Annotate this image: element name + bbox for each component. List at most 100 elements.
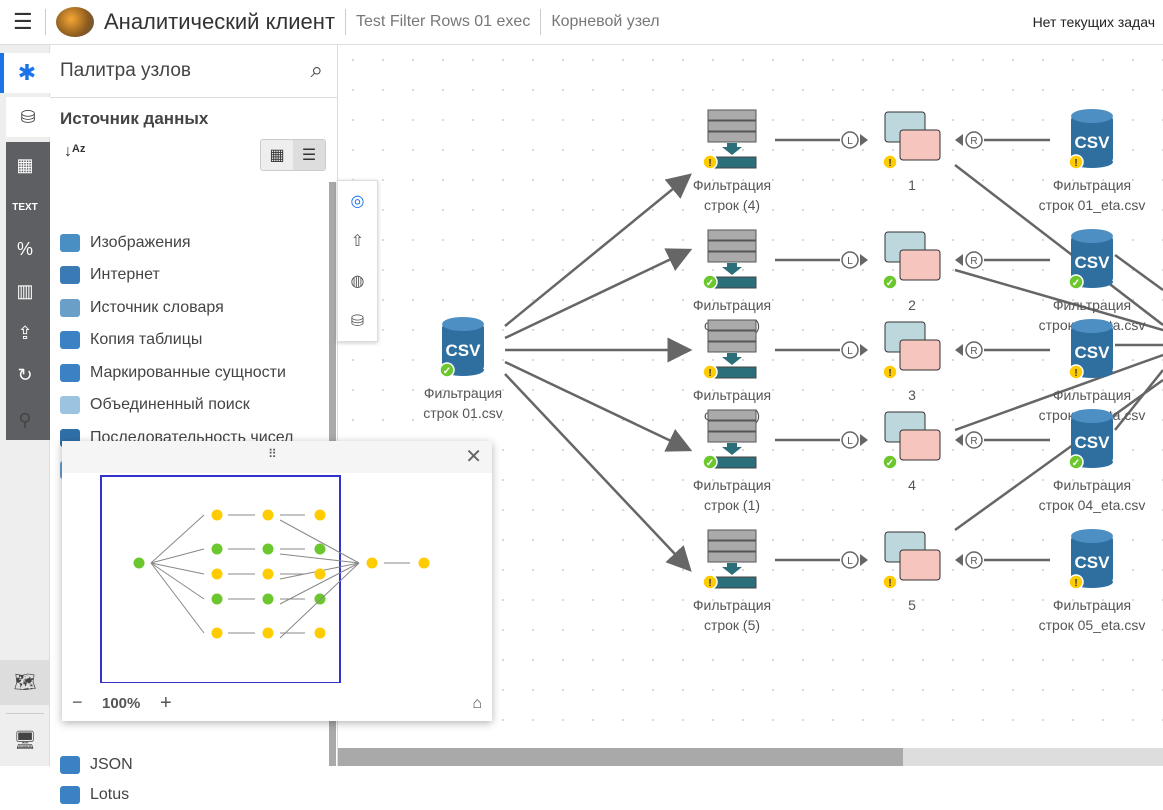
close-icon[interactable]: ✕: [465, 444, 482, 469]
drag-handle-icon[interactable]: ⠿: [268, 447, 277, 461]
text-icon[interactable]: TEXT: [0, 187, 50, 227]
palette-item[interactable]: Изображения: [60, 228, 191, 258]
table-icon[interactable]: ▦: [0, 145, 50, 185]
minimap-node: [262, 627, 274, 639]
csv-node[interactable]: CSVФильтрациястрок 02_eta.csv: [1039, 229, 1146, 333]
palette-item-icon: [60, 364, 80, 382]
palette-item-icon: [60, 786, 80, 804]
upload-folder-icon[interactable]: ⇧: [338, 221, 377, 261]
palette-item[interactable]: Источник словаря: [60, 293, 224, 323]
arrow-icon: [955, 254, 963, 266]
zoom-in-button[interactable]: +: [160, 692, 172, 715]
node-label: Фильтрация: [1053, 387, 1131, 403]
menu-icon[interactable]: ☰: [13, 9, 35, 35]
arrow-icon: [860, 254, 868, 266]
breadcrumb-project[interactable]: Test Filter Rows 01 exec: [356, 13, 530, 31]
search-icon[interactable]: ⌕: [311, 57, 323, 83]
list-view-button[interactable]: ☰: [293, 140, 325, 170]
right-port-label: R: [970, 346, 977, 357]
edge[interactable]: [504, 173, 692, 327]
palette-item-icon: [60, 756, 80, 774]
palette-item[interactable]: Копия таблицы: [60, 325, 202, 355]
home-icon[interactable]: ⌂: [472, 695, 482, 713]
export-icon[interactable]: ⇪: [0, 313, 50, 353]
globe-icon[interactable]: ◍: [338, 261, 377, 301]
scrollbar-thumb[interactable]: [338, 748, 903, 766]
minimap-node: [211, 509, 223, 521]
database-stack-icon[interactable]: ⛁: [338, 301, 377, 341]
join-node[interactable]: 4: [884, 411, 941, 493]
node-label: Фильтрация: [1053, 177, 1131, 193]
model-tree-icon[interactable]: ⚲: [0, 400, 50, 440]
csv-node[interactable]: CSV Фильтрация строк 05_eta.csv: [1039, 529, 1146, 633]
cycle-icon[interactable]: ↻: [0, 355, 50, 395]
join-node[interactable]: 1: [884, 111, 941, 193]
palette-item[interactable]: Lotus: [60, 780, 129, 810]
grid-view-button[interactable]: ▦: [261, 140, 293, 170]
edge[interactable]: [504, 360, 693, 452]
csv-node[interactable]: CSVФильтрациястрок 03_eta.csv: [1039, 319, 1146, 423]
tasks-status[interactable]: Нет текущих задач: [1033, 14, 1155, 30]
csv-icon-text: CSV: [1075, 343, 1111, 362]
palette-item[interactable]: JSON: [60, 750, 133, 780]
status-glyph: ✓: [1072, 458, 1080, 469]
node-label: Фильтрация: [693, 297, 771, 313]
section-title: Источник данных: [60, 109, 209, 128]
node-label: 3: [908, 387, 916, 403]
minimap-edge: [150, 562, 205, 634]
database-icon[interactable]: ⛁: [6, 97, 50, 137]
palette-item-label: Маркированные сущности: [90, 364, 286, 381]
palette-item[interactable]: Маркированные сущности: [60, 358, 286, 388]
bar-chart-icon[interactable]: ▥: [0, 271, 50, 311]
minimap-node: [314, 509, 326, 521]
status-glyph: !: [1074, 368, 1077, 379]
edge[interactable]: [504, 248, 693, 340]
map-icon[interactable]: 🗺: [0, 660, 50, 705]
join-node[interactable]: 3: [884, 321, 941, 403]
canvas-toolbar: ◎ ⇧ ◍ ⛁: [337, 180, 378, 342]
join-node[interactable]: 5: [884, 531, 941, 613]
zoom-out-button[interactable]: −: [72, 692, 83, 713]
dashboard-icon[interactable]: 🖥: [0, 720, 50, 760]
horizontal-scrollbar[interactable]: [338, 748, 1163, 766]
node-label: Фильтрация: [693, 177, 771, 193]
minimap-node: [262, 543, 274, 555]
node-label: Фильтрация: [693, 387, 771, 403]
right-port-label: R: [970, 136, 977, 147]
palette-item-icon: [60, 299, 80, 317]
percent-icon[interactable]: %: [0, 229, 50, 269]
node-palette-icon[interactable]: ✱: [0, 53, 50, 93]
minimap-viewport[interactable]: [100, 475, 341, 683]
minimap-node: [314, 568, 326, 580]
edge[interactable]: [1114, 253, 1163, 292]
csv-icon-text: CSV: [1075, 553, 1111, 572]
join-node[interactable]: 2: [884, 231, 941, 313]
palette-item[interactable]: Интернет: [60, 260, 160, 290]
csv-node[interactable]: CSV Фильтрация строк 01.csv: [423, 317, 503, 421]
arrow-icon: [955, 344, 963, 356]
node-label: строк 01_eta.csv: [1039, 197, 1146, 213]
venn-icon[interactable]: ◎: [338, 181, 377, 221]
status-glyph: ✓: [1072, 278, 1080, 289]
breadcrumb-root-node[interactable]: Корневой узел: [551, 13, 659, 31]
sort-az-icon[interactable]: ↓ᴬᶻ: [64, 143, 86, 161]
csv-node[interactable]: CSV Фильтрация строк 01_eta.csv: [1039, 109, 1146, 213]
palette-item-label: Объединенный поиск: [90, 396, 250, 413]
status-glyph: !: [1074, 158, 1077, 169]
app-logo: [56, 7, 94, 37]
right-port-label: R: [970, 556, 977, 567]
node-label: строк (4): [704, 197, 760, 213]
arrow-icon: [860, 134, 868, 146]
palette-item[interactable]: Объединенный поиск: [60, 390, 250, 420]
csv-icon-text: CSV: [1075, 253, 1111, 272]
minimap-view[interactable]: [62, 473, 492, 683]
edge[interactable]: [504, 373, 692, 572]
status-glyph: ✓: [706, 458, 714, 469]
arrow-icon: [955, 554, 963, 566]
csv-node[interactable]: CSV Фильтрация строк 04_eta.csv: [1039, 409, 1146, 513]
minimap-node: [314, 543, 326, 555]
left-port-label: L: [847, 556, 853, 567]
node-label: Фильтрация: [1053, 477, 1131, 493]
left-port-label: L: [847, 256, 853, 267]
status-glyph: !: [888, 578, 891, 589]
